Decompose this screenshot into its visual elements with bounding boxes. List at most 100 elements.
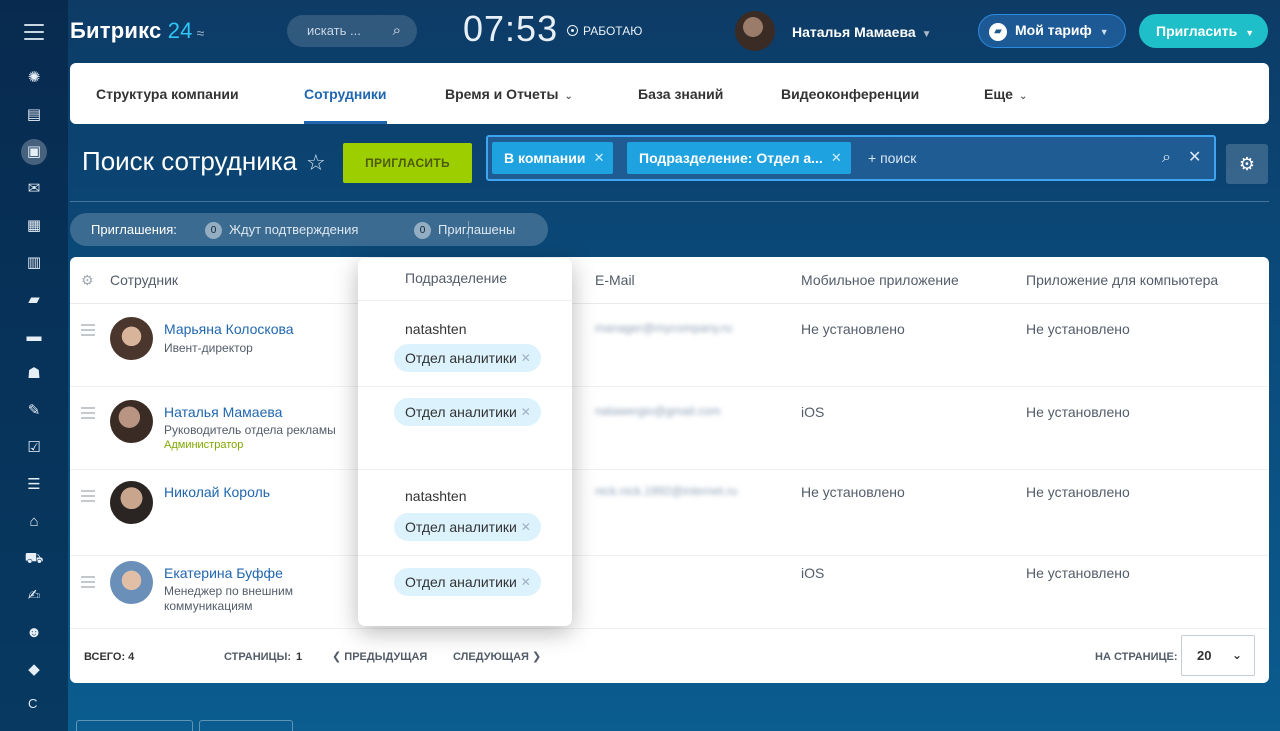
cart-icon[interactable]: ⛟ [22, 549, 46, 569]
employees-icon[interactable]: ▣ [21, 139, 47, 165]
robot-icon[interactable]: ☻ [22, 623, 46, 643]
close-icon[interactable]: ✕ [831, 142, 842, 174]
settings-button[interactable]: ⚙ [1226, 144, 1268, 184]
feed-icon[interactable]: ✺ [22, 68, 46, 88]
drag-handle-icon[interactable] [81, 324, 95, 339]
grid-footer: ВСЕГО: 4 СТРАНИЦЫ: 1 ❮ ПРЕДЫДУЩАЯ СЛЕДУЮ… [70, 628, 1269, 683]
app-logo[interactable]: Битрикс 24 ≈ [70, 18, 205, 44]
department-chip[interactable]: Отдел аналитики ✕ [394, 513, 541, 541]
edit-icon[interactable]: ✎ [22, 401, 46, 421]
chevron-down-icon: ⌄ [1231, 648, 1242, 662]
next-page-button[interactable]: СЛЕДУЮЩАЯ ❯ [453, 629, 541, 683]
tab-knowledge[interactable]: База знаний [638, 63, 723, 124]
menu-icon[interactable] [24, 24, 44, 40]
invite-button[interactable]: ПРИГЛАСИТЬ [343, 143, 472, 183]
grid-header: ⚙ Сотрудник E-Mail Мобильное приложение … [70, 257, 1269, 304]
per-page-select[interactable]: 20 ⌄ [1181, 635, 1255, 676]
employee-position: Менеджер по внешним коммуникациям [164, 584, 293, 613]
filter-chip-department[interactable]: Подразделение: Отдел а... ✕ [627, 142, 851, 174]
drag-handle-icon[interactable] [81, 576, 95, 591]
awaiting-confirmation[interactable]: 0 Ждут подтверждения [205, 213, 358, 246]
star-icon[interactable]: ☆ [306, 150, 326, 176]
clock[interactable]: 07:53 [463, 8, 558, 50]
chevron-left-icon: ❮ [332, 651, 345, 663]
employee-name[interactable]: Наталья Мамаева [164, 404, 282, 420]
column-employee[interactable]: Сотрудник [110, 257, 178, 304]
employee-position: Ивент-директор [164, 341, 253, 355]
invited[interactable]: 0 Приглашены [414, 213, 515, 246]
drag-handle-icon[interactable] [81, 490, 95, 505]
filter-icon[interactable]: ☰ [22, 475, 46, 495]
tasks-icon[interactable]: ▤ [22, 105, 46, 125]
tab-more[interactable]: Еще ⌄ [984, 63, 1027, 124]
close-icon[interactable]: ✕ [521, 344, 531, 372]
employee-email[interactable]: manager@mycompany.ru [595, 321, 732, 335]
drive-icon[interactable]: ▬ [22, 327, 46, 347]
avatar[interactable] [735, 11, 775, 51]
filter-chip-company[interactable]: В компании ✕ [492, 142, 614, 174]
drag-handle-icon[interactable] [81, 407, 95, 422]
column-department[interactable]: Подразделение [358, 258, 572, 301]
bottom-action-button[interactable] [199, 720, 293, 731]
employee-email[interactable]: nick.nick.1992@internet.ru [595, 484, 737, 498]
column-mobile[interactable]: Мобильное приложение [801, 257, 959, 304]
tariff-button[interactable]: ▰ Мой тариф ▼ [978, 14, 1126, 48]
chevron-down-icon: ⌄ [564, 91, 573, 102]
invite-header-button[interactable]: Пригласить ▼ [1139, 14, 1268, 48]
page-title: Поиск сотрудника [82, 146, 298, 176]
employee-name[interactable]: Екатерина Буффе [164, 565, 283, 581]
sign-icon[interactable]: ✍ [22, 586, 46, 606]
filter-search[interactable]: В компании ✕ Подразделение: Отдел а... ✕ +… [486, 135, 1216, 181]
tab-employees[interactable]: Сотрудники [304, 63, 387, 124]
pages-label: СТРАНИЦЫ: [224, 651, 292, 663]
bottom-action-button[interactable] [76, 720, 193, 731]
user-menu[interactable]: Наталья Мамаева ▼ [792, 24, 932, 40]
groups-icon[interactable]: ☗ [22, 364, 46, 384]
department-chip[interactable]: Отдел аналитики ✕ [394, 398, 541, 426]
chat-icon[interactable]: ▰ [22, 290, 46, 310]
close-icon[interactable]: ✕ [1188, 137, 1201, 179]
employee-name[interactable]: Марьяна Колоскова [164, 321, 294, 337]
checklist-icon[interactable]: ☑ [22, 438, 46, 458]
avatar[interactable] [110, 561, 153, 604]
filter-search-placeholder[interactable]: + поиск [868, 137, 916, 179]
column-email[interactable]: E-Mail [595, 257, 635, 304]
table-row[interactable]: Наталья Мамаева Руководитель отдела рекл… [70, 387, 1269, 470]
per-page-label: НА СТРАНИЦЕ: [1095, 651, 1178, 663]
current-page[interactable]: 1 [296, 629, 302, 683]
department-chip[interactable]: Отдел аналитики ✕ [394, 568, 541, 596]
employee-name[interactable]: Николай Король [164, 484, 270, 500]
avatar[interactable] [110, 481, 153, 524]
close-icon[interactable]: ✕ [594, 142, 605, 174]
gear-icon[interactable]: ⚙ [81, 257, 94, 304]
work-status[interactable]: РАБОТАЮ [567, 24, 642, 38]
box-icon[interactable]: ◆ [22, 660, 46, 680]
mail-icon[interactable]: ✉ [22, 179, 46, 199]
avatar[interactable] [110, 400, 153, 443]
tab-structure[interactable]: Структура компании [96, 63, 239, 124]
document-icon[interactable]: ▥ [22, 253, 46, 273]
department-cell: natashten Отдел аналитики ✕ [358, 470, 572, 556]
rail-letter[interactable]: C [28, 696, 37, 711]
column-desktop[interactable]: Приложение для компьютера [1026, 257, 1218, 304]
invitations-bar: Приглашения: 0 Ждут подтверждения 0 Пригла… [70, 213, 548, 246]
tab-time-reports[interactable]: Время и Отчеты ⌄ [445, 63, 573, 124]
tune-icon[interactable]: ≈ [197, 25, 205, 41]
building-icon[interactable]: ⌂ [22, 512, 46, 532]
table-row[interactable]: Екатерина Буффе Менеджер по внешним комм… [70, 556, 1269, 628]
employee-email[interactable]: natawergio@gmail.com [595, 404, 721, 418]
close-icon[interactable]: ✕ [521, 568, 531, 596]
close-icon[interactable]: ✕ [521, 513, 531, 541]
calendar-icon[interactable]: ▦ [22, 216, 46, 236]
table-row[interactable]: Николай Король nick.nick.1992@internet.r… [70, 470, 1269, 556]
search-input[interactable]: искать ... ⌕ [287, 15, 417, 47]
caret-down-icon: ▼ [1099, 27, 1109, 37]
table-row[interactable]: Марьяна Колоскова Ивент-директор manager… [70, 304, 1269, 387]
search-icon[interactable]: ⌕ [1162, 137, 1171, 179]
avatar[interactable] [110, 317, 153, 360]
close-icon[interactable]: ✕ [521, 398, 531, 426]
prev-page-button[interactable]: ❮ ПРЕДЫДУЩАЯ [332, 629, 427, 683]
department-chip[interactable]: Отдел аналитики ✕ [394, 344, 541, 372]
chevron-down-icon: ⌄ [1018, 91, 1028, 102]
tab-video[interactable]: Видеоконференции [781, 63, 919, 124]
